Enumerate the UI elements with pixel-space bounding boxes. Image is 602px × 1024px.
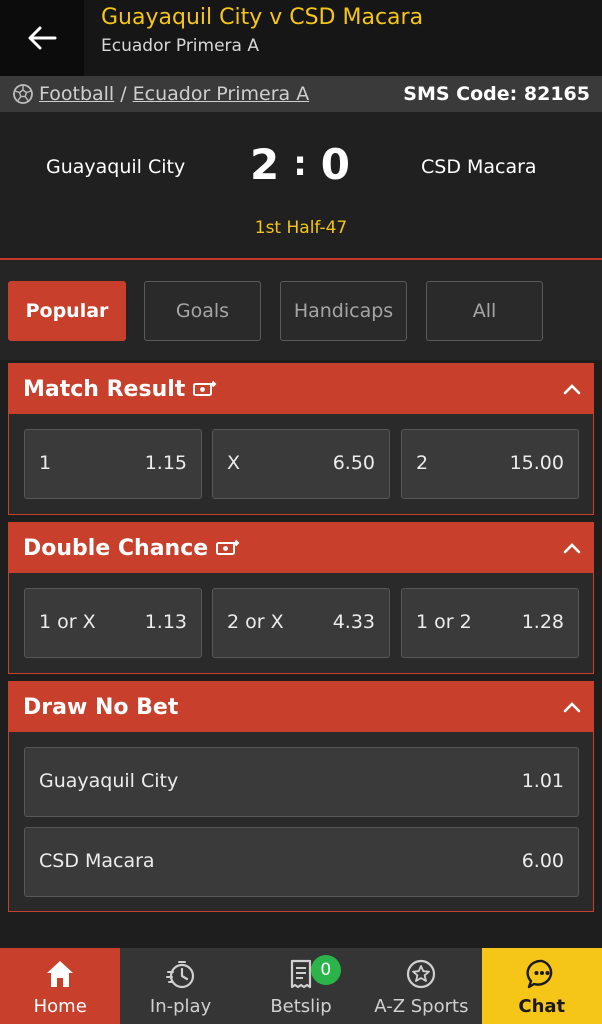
odds-value: 1.28	[521, 611, 564, 633]
market-double-chance: Double Chance 1 or X 1.13 2 or X 4.33 1 …	[8, 522, 594, 674]
market-draw-no-bet: Draw No Bet Guayaquil City 1.01 CSD Maca…	[8, 681, 594, 912]
odds-button-2-or-x[interactable]: 2 or X 4.33	[212, 588, 390, 658]
odds-label: X	[227, 452, 241, 474]
odds-label: 1 or X	[39, 611, 96, 633]
odds-button-draw[interactable]: X 6.50	[212, 429, 390, 499]
sms-code: SMS Code: 82165	[403, 83, 590, 105]
odds-value: 4.33	[332, 611, 375, 633]
nav-az-sports[interactable]: A-Z Sports	[361, 948, 481, 1024]
star-badge-icon	[407, 959, 436, 989]
tab-handicaps[interactable]: Handicaps	[280, 281, 407, 341]
odds-label: CSD Macara	[39, 850, 155, 872]
tab-goals[interactable]: Goals	[144, 281, 261, 341]
odds-button-1-or-x[interactable]: 1 or X 1.13	[24, 588, 202, 658]
football-icon	[13, 84, 33, 104]
bottom-nav: Home In-play 0 Betslip A-Z Sports Chat	[0, 948, 602, 1024]
top-header: Guayaquil City v CSD Macara Ecuador Prim…	[0, 0, 602, 76]
cash-out-icon	[216, 539, 240, 555]
tab-all[interactable]: All	[426, 281, 543, 341]
market-tabs: Popular Goals Handicaps All	[0, 260, 602, 360]
scoreboard: Guayaquil City 2:0 CSD Macara 1st Half-4…	[0, 112, 602, 260]
score-separator: :	[293, 144, 309, 184]
odds-button-home[interactable]: 1 1.15	[24, 429, 202, 499]
arrow-left-icon	[28, 26, 57, 50]
market-title: Draw No Bet	[23, 694, 179, 720]
market-header[interactable]: Draw No Bet	[9, 682, 593, 732]
away-score: 0	[320, 140, 353, 189]
page-title: Guayaquil City v CSD Macara	[101, 5, 424, 30]
chevron-up-icon[interactable]	[561, 696, 583, 718]
breadcrumb: Football / Ecuador Primera A SMS Code: 8…	[0, 76, 602, 112]
odds-value: 6.00	[521, 850, 564, 872]
nav-betslip[interactable]: 0 Betslip	[241, 948, 361, 1024]
away-team-name: CSD Macara	[421, 156, 537, 178]
odds-value: 1.15	[144, 452, 187, 474]
odds-label: 2	[416, 452, 429, 474]
breadcrumb-separator: /	[120, 83, 127, 105]
odds-label: 1	[39, 452, 52, 474]
market-header[interactable]: Match Result	[9, 364, 593, 414]
odds-value: 1.13	[144, 611, 187, 633]
market-header[interactable]: Double Chance	[9, 523, 593, 573]
chevron-up-icon[interactable]	[561, 378, 583, 400]
odds-button-away[interactable]: 2 15.00	[401, 429, 579, 499]
nav-label: Chat	[518, 996, 566, 1017]
market-title: Double Chance	[23, 535, 209, 561]
betslip-count-badge: 0	[310, 955, 341, 985]
odds-value: 15.00	[509, 452, 564, 474]
nav-chat[interactable]: Chat	[481, 948, 602, 1024]
breadcrumb-football-link[interactable]: Football	[39, 83, 114, 105]
page-subtitle: Ecuador Primera A	[101, 36, 259, 56]
nav-label: In-play	[149, 996, 212, 1017]
tab-popular[interactable]: Popular	[8, 281, 126, 341]
home-score: 2	[249, 140, 282, 189]
back-button[interactable]	[0, 0, 84, 76]
market-match-result: Match Result 1 1.15 X 6.50 2 15.00	[8, 363, 594, 515]
market-title: Match Result	[23, 376, 186, 402]
odds-value: 1.01	[521, 770, 564, 792]
odds-button-1-or-2[interactable]: 1 or 2 1.28	[401, 588, 579, 658]
cash-out-icon	[193, 380, 217, 396]
odds-button-home[interactable]: Guayaquil City 1.01	[24, 747, 579, 817]
nav-label: A-Z Sports	[374, 996, 469, 1017]
match-period: 1st Half-47	[254, 218, 348, 238]
nav-label: Betslip	[270, 996, 332, 1017]
home-icon	[47, 961, 74, 987]
odds-label: 1 or 2	[416, 611, 472, 633]
nav-inplay[interactable]: In-play	[120, 948, 240, 1024]
odds-button-away[interactable]: CSD Macara 6.00	[24, 827, 579, 897]
stopwatch-icon	[165, 961, 194, 989]
odds-value: 6.50	[332, 452, 375, 474]
odds-label: 2 or X	[227, 611, 284, 633]
chat-bubble-icon	[526, 959, 552, 989]
breadcrumb-league-link[interactable]: Ecuador Primera A	[133, 83, 310, 105]
odds-label: Guayaquil City	[39, 770, 179, 792]
chevron-up-icon[interactable]	[561, 537, 583, 559]
nav-label: Home	[33, 996, 87, 1017]
nav-home[interactable]: Home	[0, 948, 121, 1024]
